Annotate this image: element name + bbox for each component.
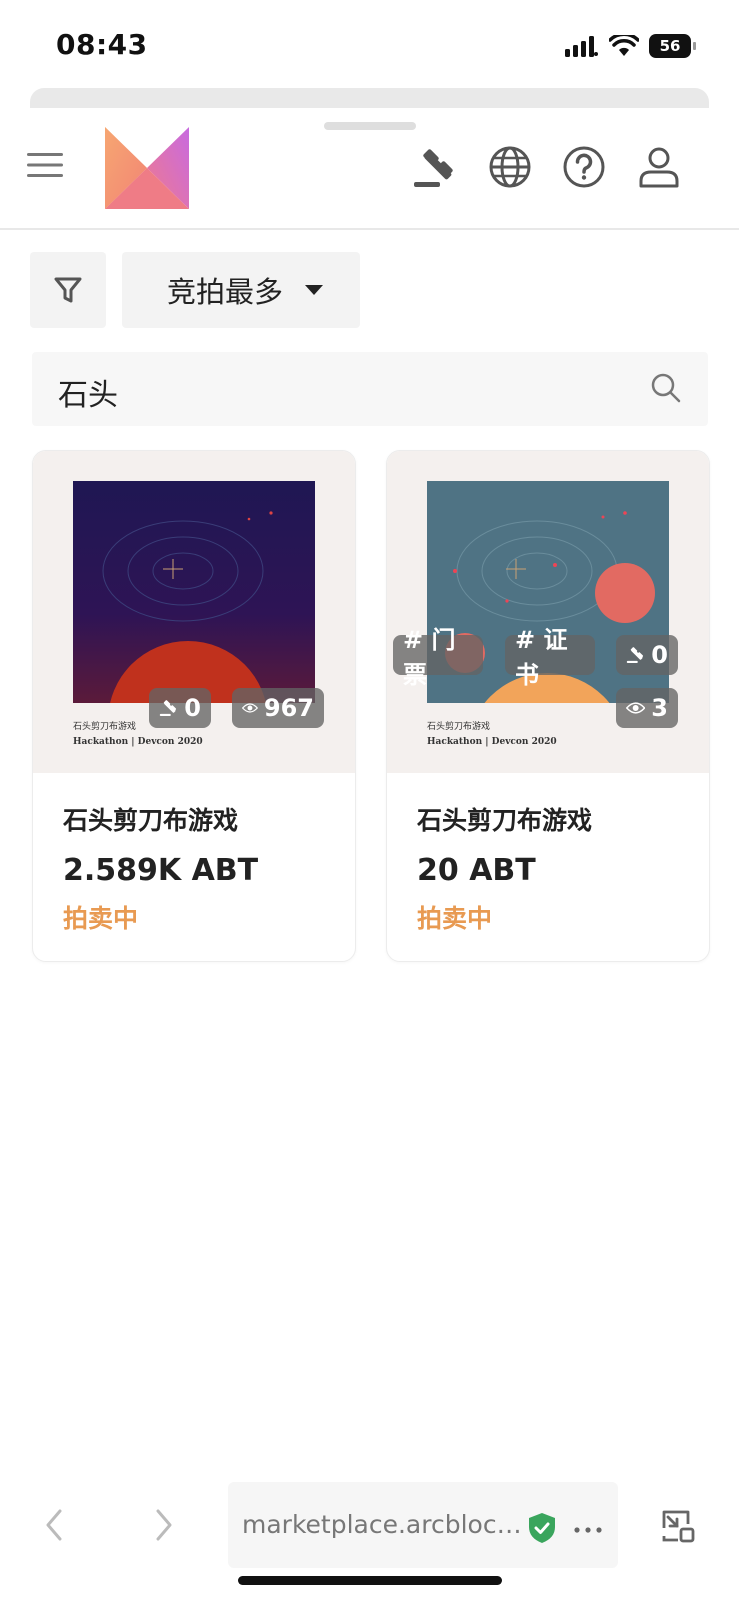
auction-gavel-icon [414,149,453,187]
search-input-value[interactable]: 石头 [58,370,118,414]
battery-indicator: 56 [649,34,696,58]
item-card[interactable]: 石头剪刀布游戏 Hackathon | Devcon 2020 # 门票 # 证… [386,450,710,962]
account-button[interactable] [636,144,682,190]
status-time: 08:43 [56,28,148,61]
item-price: 2.589K ABT [63,853,259,888]
view-count-badge: 967 [232,688,324,728]
forward-button[interactable] [152,1505,176,1545]
more-dots-icon [574,1527,602,1533]
more-options-button[interactable] [573,1520,603,1533]
url-text[interactable]: marketplace.arcbloc… [242,1510,524,1539]
artwork-caption-line2: Hackathon | Devcon 2020 [427,737,557,747]
auction-gavel-icon [159,700,177,716]
item-price: 20 ABT [417,853,536,888]
secure-shield-icon [528,1512,556,1544]
search-icon [651,373,681,403]
back-button[interactable] [42,1505,66,1545]
artwork-caption: 石头剪刀布游戏 Hackathon | Devcon 2020 [427,719,557,747]
chevron-right-icon [156,1509,172,1541]
item-status: 拍卖中 [63,904,139,933]
tag-chip[interactable]: # 门票 [393,626,483,689]
bid-count: 0 [184,694,201,722]
bid-count-badge: 0 [616,635,678,675]
item-image[interactable]: 石头剪刀布游戏 Hackathon | Devcon 2020 # 门票 # 证… [387,451,709,773]
filter-button[interactable] [30,252,106,328]
user-icon [639,147,679,188]
wifi-icon [609,35,639,56]
globe-icon [489,146,531,188]
status-icons: 56 [565,32,696,60]
item-card[interactable]: 石头剪刀布游戏 Hackathon | Devcon 2020 0 967 石头… [32,450,356,962]
search-input[interactable] [32,352,708,426]
menu-button[interactable] [26,148,64,182]
eye-icon [242,703,258,713]
home-indicator [238,1576,502,1585]
tag-chip[interactable]: # 证书 [505,626,595,689]
cellular-signal-icon [565,36,598,57]
artwork-caption-line2: Hackathon | Devcon 2020 [73,737,203,747]
language-button[interactable] [487,144,533,190]
item-image[interactable]: 石头剪刀布游戏 Hackathon | Devcon 2020 0 967 [33,451,355,773]
help-button[interactable] [561,144,607,190]
artwork-caption-line1: 石头剪刀布游戏 [427,722,491,732]
auction-button[interactable] [410,144,460,192]
search-button[interactable] [650,372,682,404]
auction-gavel-icon [626,647,644,663]
sheet-edge [30,88,709,108]
header-divider [0,228,739,230]
view-count-badge: 3 [616,688,678,728]
view-count: 967 [263,694,314,722]
bid-count: 0 [651,641,668,669]
sheet-grabber[interactable] [324,122,416,130]
item-title[interactable]: 石头剪刀布游戏 [63,801,238,837]
sort-label: 竞拍最多 [167,275,284,309]
help-icon [563,146,605,188]
chevron-left-icon [46,1509,62,1541]
item-artwork [73,481,315,703]
view-count: 3 [651,694,668,722]
minimize-window-icon [662,1510,695,1543]
item-status: 拍卖中 [417,904,493,933]
item-title[interactable]: 石头剪刀布游戏 [417,801,592,837]
bid-count-badge: 0 [149,688,211,728]
filter-icon [54,277,82,303]
eye-icon [626,702,646,714]
m-logo[interactable] [105,127,189,209]
menu-icon [27,153,63,177]
caret-down-icon [305,285,324,295]
minimize-button[interactable] [660,1508,696,1544]
sort-dropdown[interactable]: 竞拍最多 [122,252,360,328]
